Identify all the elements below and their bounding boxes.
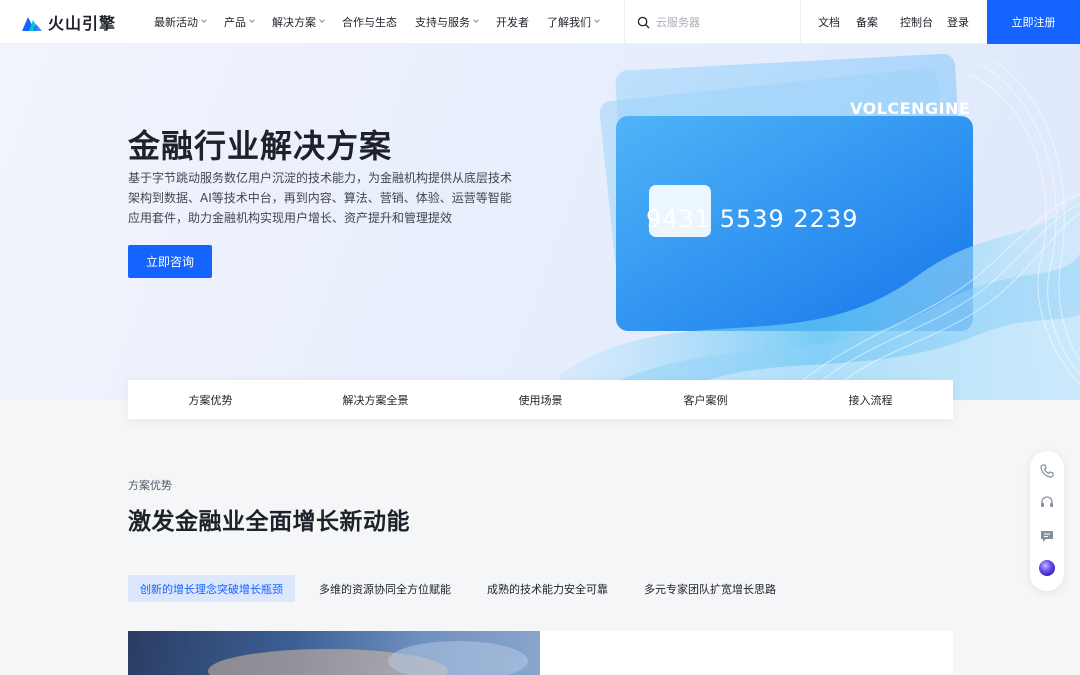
- hero-banner: 金融行业解决方案 基于字节跳动服务数亿用户沉淀的技术能力，为金融机构提供从底层技…: [0, 44, 1080, 400]
- search-icon: [637, 16, 650, 29]
- nav-label: 了解我们: [547, 15, 591, 29]
- advantage-photo: [128, 631, 540, 675]
- chevron-down-icon: [249, 17, 255, 23]
- nav-item-support[interactable]: 支持与服务: [415, 14, 479, 30]
- search-input[interactable]: [656, 15, 776, 29]
- nav-item-developers[interactable]: 开发者: [496, 14, 529, 30]
- console-link[interactable]: 控制台: [900, 14, 933, 30]
- assistant-orb-icon[interactable]: [1037, 559, 1057, 579]
- docs-link[interactable]: 文档: [818, 14, 840, 30]
- section-tab-bar: 方案优势 解决方案全景 使用场景 客户案例 接入流程: [128, 380, 953, 419]
- logo[interactable]: 火山引擎: [22, 10, 132, 34]
- nav-item-latest-events[interactable]: 最新活动: [154, 14, 207, 30]
- chevron-down-icon: [201, 17, 207, 23]
- chat-icon[interactable]: [1037, 526, 1057, 546]
- card-number-text: 9431 5539 2239: [646, 205, 859, 233]
- login-link[interactable]: 登录: [947, 14, 969, 30]
- subtab-expert-team[interactable]: 多元专家团队扩宽增长思路: [632, 575, 788, 602]
- card-brand-text: VOLCENGINE: [850, 99, 971, 118]
- chevron-down-icon: [594, 17, 600, 23]
- consult-now-button[interactable]: 立即咨询: [128, 245, 212, 278]
- tab-customer-cases[interactable]: 客户案例: [623, 380, 788, 419]
- icp-filing-link[interactable]: 备案: [856, 14, 878, 30]
- subtab-innovative-growth[interactable]: 创新的增长理念突破增长瓶颈: [128, 575, 295, 602]
- subtab-mature-technology[interactable]: 成熟的技术能力安全可靠: [475, 575, 620, 602]
- advantage-detail-panel: [540, 631, 953, 675]
- nav-label: 产品: [224, 15, 246, 29]
- tab-advantages[interactable]: 方案优势: [128, 380, 293, 419]
- headset-icon[interactable]: [1037, 494, 1057, 514]
- tab-solution-overview[interactable]: 解决方案全景: [293, 380, 458, 419]
- main-nav: 最新活动 产品 解决方案 合作与生态 支持与服务 开发者 了解我们: [154, 0, 617, 44]
- header-links: 文档 备案 控制台 登录: [818, 0, 969, 44]
- hero-description: 基于字节跳动服务数亿用户沉淀的技术能力，为金融机构提供从底层技术架构到数据、AI…: [128, 171, 513, 225]
- nav-item-partners[interactable]: 合作与生态: [342, 14, 397, 30]
- nav-label: 合作与生态: [342, 15, 397, 29]
- top-header: 火山引擎 最新活动 产品 解决方案 合作与生态 支持与服务 开发者 了解我们 文…: [0, 0, 1080, 44]
- logo-text: 火山引擎: [48, 13, 117, 33]
- section-label: 方案优势: [128, 479, 172, 492]
- volcano-logo-icon: [22, 16, 42, 31]
- advantage-subtabs: 创新的增长理念突破增长瓶颈 多维的资源协同全方位赋能 成熟的技术能力安全可靠 多…: [128, 575, 800, 602]
- register-button[interactable]: 立即注册: [987, 0, 1080, 44]
- nav-label: 开发者: [496, 15, 529, 29]
- photo-shapes: [208, 641, 528, 675]
- phone-icon[interactable]: [1037, 461, 1057, 481]
- nav-item-about[interactable]: 了解我们: [547, 14, 600, 30]
- hero-title: 金融行业解决方案: [128, 127, 393, 165]
- subtab-resource-synergy[interactable]: 多维的资源协同全方位赋能: [307, 575, 463, 602]
- nav-item-solutions[interactable]: 解决方案: [272, 14, 325, 30]
- search-box[interactable]: [624, 0, 801, 44]
- nav-label: 支持与服务: [415, 15, 470, 29]
- chevron-down-icon: [319, 17, 325, 23]
- floating-contact-bar: [1030, 451, 1064, 591]
- nav-label: 最新活动: [154, 15, 198, 29]
- nav-item-products[interactable]: 产品: [224, 14, 255, 30]
- section-title: 激发金融业全面增长新动能: [128, 509, 410, 535]
- tab-use-cases[interactable]: 使用场景: [458, 380, 623, 419]
- tab-onboarding[interactable]: 接入流程: [788, 380, 953, 419]
- nav-label: 解决方案: [272, 15, 316, 29]
- chevron-down-icon: [473, 17, 479, 23]
